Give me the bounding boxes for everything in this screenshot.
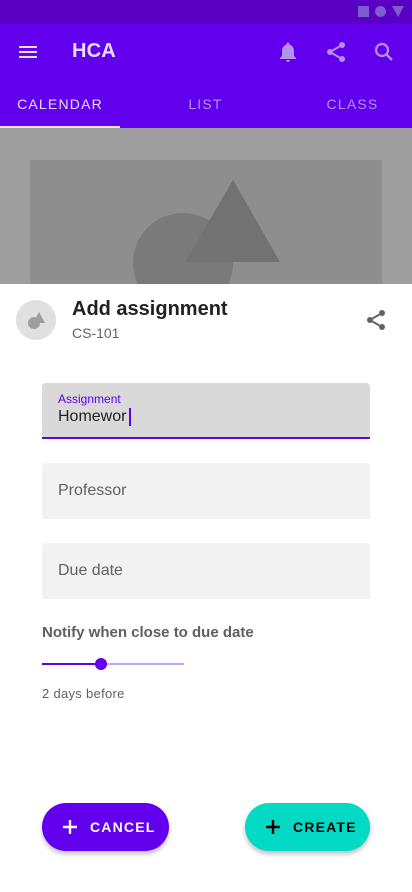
avatar <box>16 300 56 340</box>
shapes-placeholder-icon <box>133 180 280 284</box>
shapes-icon <box>28 312 45 329</box>
tab-class[interactable]: CLASS <box>284 80 412 128</box>
professor-placeholder: Professor <box>58 482 127 499</box>
cancel-label: CANCEL <box>90 819 156 835</box>
square-status-icon <box>358 6 369 17</box>
status-bar <box>0 0 412 24</box>
top-app-bar: HCA <box>0 24 412 80</box>
assignment-field[interactable]: Assignment Homewor <box>42 383 370 439</box>
tab-calendar[interactable]: CALENDAR <box>0 80 120 128</box>
slider-inactive-track <box>101 663 184 665</box>
create-button[interactable]: CREATE <box>245 803 370 851</box>
share-icon[interactable] <box>324 40 348 64</box>
background-content <box>0 128 412 284</box>
notify-slider[interactable] <box>42 656 184 672</box>
bell-icon[interactable] <box>276 40 300 64</box>
assignment-text: Homewor <box>58 408 127 425</box>
triangle-status-icon <box>392 6 404 17</box>
due-date-field[interactable]: Due date <box>42 543 370 599</box>
search-icon[interactable] <box>372 40 396 64</box>
tab-list[interactable]: LIST <box>137 80 274 128</box>
add-assignment-sheet: Add assignment CS-101 Assignment Homewor… <box>0 284 412 892</box>
due-date-placeholder: Due date <box>58 562 123 579</box>
assignment-value: Homewor <box>58 408 131 426</box>
app-title: HCA <box>72 40 116 62</box>
status-icons <box>358 6 404 17</box>
text-cursor <box>129 408 131 426</box>
circle-status-icon <box>375 6 386 17</box>
plus-icon <box>261 815 285 839</box>
sheet-title: Add assignment <box>72 298 228 320</box>
cancel-button[interactable]: CANCEL <box>42 803 169 851</box>
notify-label: Notify when close to due date <box>42 624 254 641</box>
professor-field[interactable]: Professor <box>42 463 370 519</box>
create-label: CREATE <box>293 819 357 835</box>
image-placeholder <box>30 160 382 284</box>
sheet-subtitle: CS-101 <box>72 325 120 341</box>
share-icon[interactable] <box>364 308 388 332</box>
tab-bar: CALENDAR LIST CLASS <box>0 80 412 128</box>
slider-thumb[interactable] <box>95 658 107 670</box>
menu-icon[interactable] <box>16 40 40 64</box>
plus-icon <box>58 815 82 839</box>
assignment-label: Assignment <box>58 392 121 406</box>
notify-value: 2 days before <box>42 686 125 701</box>
slider-active-track <box>42 663 101 665</box>
